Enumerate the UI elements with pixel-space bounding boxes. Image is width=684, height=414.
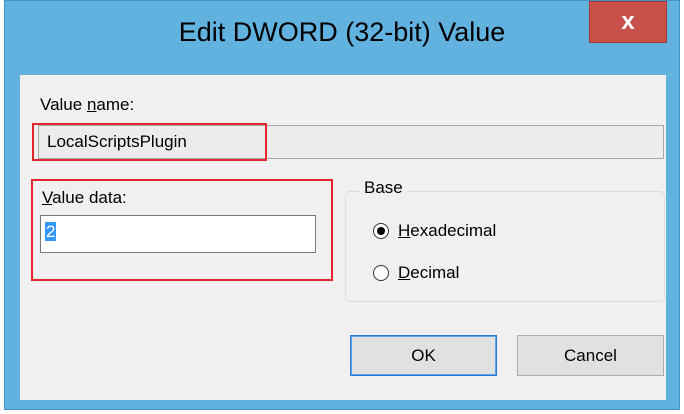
hexadecimal-label: Hexadecimal — [398, 221, 497, 240]
dialog-body: Value name: LocalScriptsPlugin Value dat… — [20, 75, 666, 400]
decimal-radio[interactable]: Decimal — [373, 263, 459, 283]
dialog-window: Edit DWORD (32-bit) Value x Value name: … — [4, 0, 680, 410]
radio-unselected-icon — [373, 265, 389, 281]
close-button[interactable]: x — [589, 1, 667, 43]
highlight-value-name — [32, 123, 267, 161]
highlight-value-data — [31, 179, 333, 281]
value-name-label: Value name: — [40, 95, 135, 114]
radio-selected-icon — [373, 223, 389, 239]
ok-button[interactable]: OK — [350, 335, 497, 376]
dialog-title: Edit DWORD (32-bit) Value — [178, 17, 506, 47]
title-bar[interactable]: Edit DWORD (32-bit) Value x — [5, 1, 679, 71]
base-group-label: Base — [360, 178, 407, 198]
cancel-button[interactable]: Cancel — [517, 335, 664, 376]
base-groupbox — [345, 191, 665, 302]
hexadecimal-radio[interactable]: Hexadecimal — [373, 221, 496, 241]
decimal-label: Decimal — [398, 263, 460, 282]
close-icon: x — [621, 8, 635, 35]
